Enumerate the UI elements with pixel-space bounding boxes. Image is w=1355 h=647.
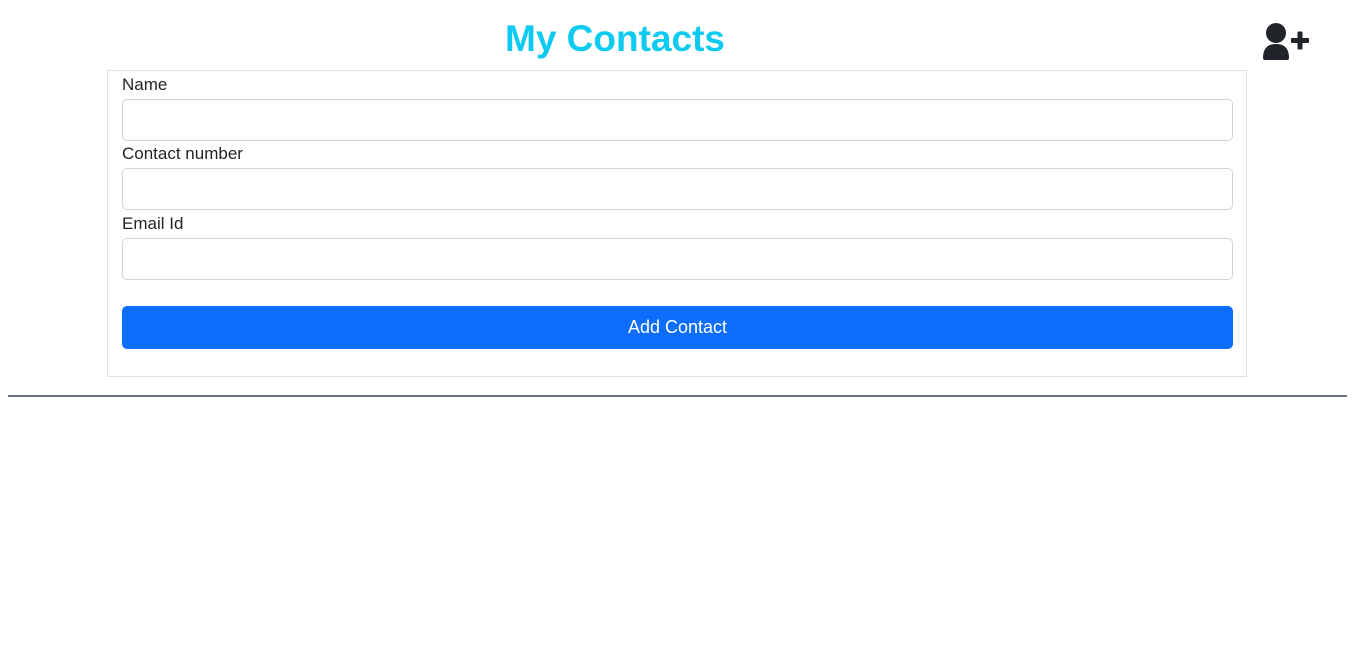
contact-number-field-group: Contact number: [122, 140, 1233, 210]
name-input[interactable]: [122, 99, 1233, 141]
contact-number-input[interactable]: [122, 168, 1233, 210]
page: My Contacts Name Contact number Email Id…: [0, 0, 1355, 647]
name-field-group: Name: [122, 71, 1233, 141]
page-title: My Contacts: [505, 18, 725, 59]
contact-form: Name Contact number Email Id Add Contact: [107, 70, 1247, 377]
email-field-group: Email Id: [122, 210, 1233, 280]
add-contact-button[interactable]: Add Contact: [122, 306, 1233, 349]
email-input[interactable]: [122, 238, 1233, 280]
contact-number-label: Contact number: [122, 144, 243, 163]
divider: [8, 395, 1347, 397]
add-contact-toggle-button[interactable]: [1262, 22, 1310, 62]
user-plus-icon: [1263, 23, 1309, 60]
name-label: Name: [122, 75, 168, 94]
email-label: Email Id: [122, 214, 184, 233]
